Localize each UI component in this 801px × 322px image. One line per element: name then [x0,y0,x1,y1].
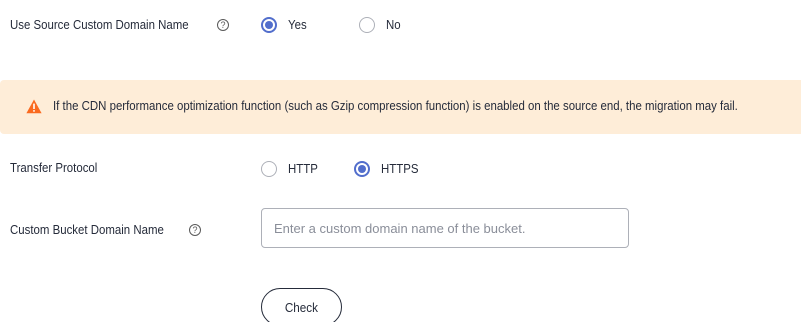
bucket-domain-input[interactable] [261,208,629,248]
migration-settings-form: Use Source Custom Domain Name ? Yes No I… [0,0,801,322]
radio-selected-icon [354,161,370,177]
check-button[interactable]: Check [261,288,342,322]
cdn-warning-alert: If the CDN performance optimization func… [0,80,801,134]
protocol-http-radio[interactable]: HTTP [261,161,322,177]
radio-selected-icon [261,17,277,33]
radio-unselected-icon [261,161,277,177]
cdn-warning-text: If the CDN performance optimization func… [53,98,738,113]
source-domain-help-icon[interactable]: ? [217,19,229,31]
source-domain-yes-label: Yes [288,17,307,32]
radio-unselected-icon [359,17,375,33]
source-domain-yes-radio[interactable]: Yes [261,17,309,33]
bucket-domain-help-icon[interactable]: ? [189,224,201,236]
source-domain-no-radio[interactable]: No [359,17,403,33]
protocol-https-radio[interactable]: HTTPS [354,161,424,177]
warning-triangle-icon [26,99,42,114]
source-domain-label: Use Source Custom Domain Name [10,17,189,32]
protocol-http-label: HTTP [288,161,318,176]
source-domain-no-label: No [386,17,401,32]
check-button-label: Check [284,299,319,315]
bucket-domain-label: Custom Bucket Domain Name [10,222,164,237]
protocol-https-label: HTTPS [381,161,419,176]
transfer-protocol-label: Transfer Protocol [10,160,98,175]
